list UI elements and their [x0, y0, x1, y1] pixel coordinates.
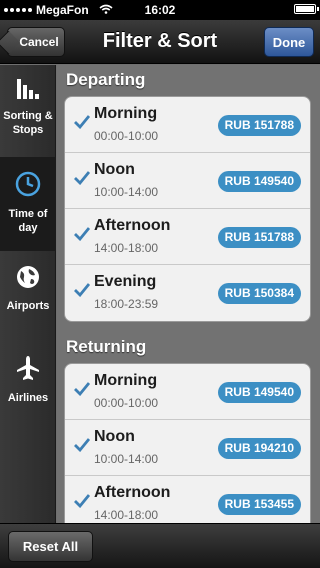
price-badge: RUB 151788	[217, 115, 301, 136]
sidebar: Sorting & Stops Time of day Airports Air…	[0, 65, 56, 523]
price-badge: RUB 194210	[217, 438, 301, 459]
clock-icon	[15, 171, 41, 201]
section-header-departing: Departing	[66, 70, 146, 89]
list-item[interactable]: Afternoon 14:00-18:00 RUB 151788	[65, 209, 310, 265]
done-button[interactable]: Done	[264, 27, 314, 57]
row-time-range: 00:00-10:00	[94, 129, 159, 143]
row-time-range: 14:00-18:00	[94, 241, 159, 255]
price-badge: RUB 149540	[217, 171, 301, 192]
row-title: Morning	[94, 105, 158, 122]
row-title: Noon	[94, 161, 135, 178]
sidebar-item-label: Airports	[6, 300, 50, 312]
bottom-toolbar: Reset All	[0, 523, 320, 568]
sidebar-item-airports[interactable]: Airports	[0, 265, 56, 325]
checkmark-icon	[74, 227, 91, 246]
reset-all-button[interactable]: Reset All	[8, 531, 93, 562]
list-item[interactable]: Afternoon 14:00-18:00 RUB 153455	[65, 476, 310, 523]
navigation-bar: Cancel Filter & Sort Done	[0, 20, 320, 64]
row-title: Afternoon	[94, 484, 171, 501]
departing-list: Morning 00:00-10:00 RUB 151788 Noon 10:0…	[64, 96, 311, 322]
row-time-range: 18:00-23:59	[94, 297, 159, 311]
checkmark-icon	[74, 438, 91, 457]
price-badge: RUB 149540	[217, 382, 301, 403]
list-item[interactable]: Evening 18:00-23:59 RUB 150384	[65, 265, 310, 321]
sidebar-item-label: Sorting & Stops	[3, 110, 53, 136]
airplane-icon	[16, 355, 40, 385]
sidebar-item-sorting-stops[interactable]: Sorting & Stops	[0, 77, 56, 155]
price-badge: RUB 151788	[217, 227, 301, 248]
row-time-range: 10:00-14:00	[94, 452, 159, 466]
checkmark-icon	[74, 115, 91, 134]
row-title: Afternoon	[94, 217, 171, 234]
battery-icon	[294, 4, 319, 14]
filter-content[interactable]: Departing Morning 00:00-10:00 RUB 151788…	[57, 65, 320, 523]
price-badge: RUB 150384	[217, 283, 301, 304]
price-badge: RUB 153455	[217, 494, 301, 515]
sidebar-item-label: Time of day	[8, 208, 48, 234]
list-item[interactable]: Noon 10:00-14:00 RUB 149540	[65, 153, 310, 209]
list-item[interactable]: Morning 00:00-10:00 RUB 149540	[65, 364, 310, 420]
sidebar-item-label: Airlines	[7, 392, 49, 404]
row-title: Evening	[94, 273, 157, 290]
row-time-range: 10:00-14:00	[94, 185, 159, 199]
row-time-range: 00:00-10:00	[94, 396, 159, 410]
globe-icon	[16, 265, 40, 293]
status-time: 16:02	[144, 3, 176, 17]
bar-chart-icon	[16, 77, 40, 103]
list-item[interactable]: Morning 00:00-10:00 RUB 151788	[65, 97, 310, 153]
returning-list: Morning 00:00-10:00 RUB 149540 Noon 10:0…	[64, 363, 311, 523]
checkmark-icon	[74, 283, 91, 302]
row-title: Morning	[94, 372, 158, 389]
row-title: Noon	[94, 428, 135, 445]
status-bar: MegaFon 16:02	[0, 0, 320, 20]
checkmark-icon	[74, 171, 91, 190]
list-item[interactable]: Noon 10:00-14:00 RUB 194210	[65, 420, 310, 476]
checkmark-icon	[74, 382, 91, 401]
section-header-returning: Returning	[66, 337, 147, 356]
checkmark-icon	[74, 494, 91, 513]
sidebar-item-airlines[interactable]: Airlines	[0, 355, 56, 415]
sidebar-item-time-of-day[interactable]: Time of day	[0, 157, 56, 251]
row-time-range: 14:00-18:00	[94, 508, 159, 522]
